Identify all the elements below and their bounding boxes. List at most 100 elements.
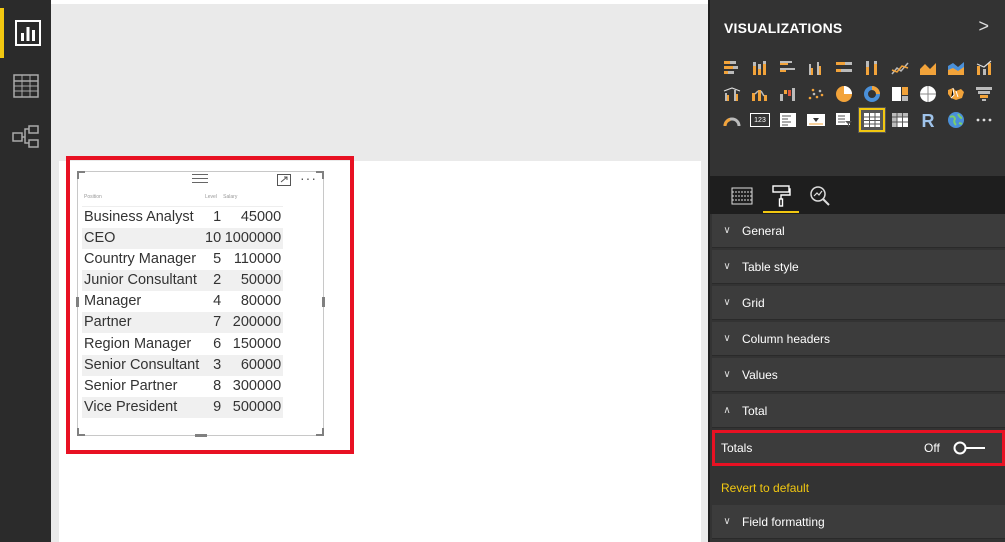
cell-salary: 500000 (223, 397, 284, 419)
resize-handle-bl-v[interactable] (77, 428, 79, 436)
cell-salary: 45000 (240, 208, 282, 225)
format-tab[interactable] (763, 180, 799, 213)
area-chart-icon[interactable] (914, 55, 942, 81)
donut-icon[interactable] (858, 81, 886, 107)
fields-icon (731, 187, 753, 205)
table-row: Junior Consultant 2 50000 (82, 269, 284, 292)
funnel-icon[interactable] (970, 81, 998, 107)
data-view-button[interactable] (0, 61, 51, 111)
clustered-column-icon[interactable] (802, 55, 830, 81)
section-values[interactable]: ∨ Values (712, 358, 1005, 392)
section-field-formatting[interactable]: ∨ Field formatting (712, 505, 1005, 539)
cell-salary: 300000 (232, 377, 282, 394)
gauge-icon[interactable] (718, 107, 746, 133)
pane-tabs (710, 176, 1005, 214)
multi-row-card-icon[interactable] (774, 107, 802, 133)
cell-position: Manager (84, 293, 142, 310)
focus-mode-icon[interactable] (277, 174, 291, 186)
bar-chart-icon (14, 20, 41, 46)
analytics-icon (810, 186, 830, 206)
scatter-icon[interactable] (802, 81, 830, 107)
cell-level: 10 (205, 227, 224, 249)
chevron-down-icon: ∨ (723, 225, 731, 236)
table-row: Business Analyst 1 45000 (82, 206, 283, 228)
cell-level: 8 (213, 377, 222, 394)
pane-title: VISUALIZATIONS (724, 20, 843, 36)
cell-position: Junior Consultant (82, 269, 205, 292)
stacked-area-icon[interactable] (942, 55, 970, 81)
section-general[interactable]: ∨ General (712, 214, 1005, 248)
cell-level: 9 (205, 397, 224, 419)
pie-icon[interactable] (830, 81, 858, 107)
cell-level: 7 (205, 312, 224, 334)
line-column-icon[interactable] (970, 55, 998, 81)
totals-highlight-box (712, 430, 1005, 466)
cell-position: Senior Partner (84, 377, 178, 394)
table-row: Region Manager 6 150000 (82, 333, 283, 354)
relationships-view-button[interactable] (0, 112, 51, 162)
stacked-bar-icon[interactable] (718, 55, 746, 81)
resize-handle-tl-v[interactable] (77, 171, 79, 179)
cell-level: 6 (213, 335, 222, 352)
column-header-position[interactable]: Position (82, 194, 205, 207)
section-column-headers[interactable]: ∨ Column headers (712, 322, 1005, 356)
table-row: Vice President 9 500000 (82, 397, 284, 419)
table-row: Partner 7 200000 (82, 312, 284, 334)
cell-position: Senior Consultant (82, 354, 205, 376)
chevron-down-icon: ∨ (723, 516, 731, 527)
cell-level: 3 (205, 354, 224, 376)
clustered-bar-icon[interactable] (774, 55, 802, 81)
fields-tab[interactable] (724, 180, 760, 212)
column-header-level[interactable]: Level (205, 194, 224, 207)
ribbon-icon[interactable] (746, 81, 774, 107)
table-icon[interactable] (858, 107, 886, 133)
resize-handle-tr-v[interactable] (322, 171, 324, 179)
section-total[interactable]: ∧ Total (712, 394, 1005, 428)
relationship-icon (11, 125, 39, 148)
table-row: Senior Consultant 3 60000 (82, 354, 284, 376)
kpi-icon[interactable] (802, 107, 830, 133)
view-rail (0, 0, 51, 542)
resize-handle-right[interactable] (322, 297, 325, 307)
more-icon[interactable] (970, 107, 998, 133)
100-bar-icon[interactable] (830, 55, 858, 81)
column-header-salary[interactable]: Salary (223, 194, 284, 207)
stacked-column-icon[interactable] (746, 55, 774, 81)
treemap-icon[interactable] (886, 81, 914, 107)
section-table-style[interactable]: ∨ Table style (712, 250, 1005, 284)
cell-level: 1 (213, 208, 222, 225)
line-clustered-icon[interactable] (718, 81, 746, 107)
filled-map-icon[interactable] (942, 81, 970, 107)
r-visual-icon[interactable]: R (914, 107, 942, 133)
table-visual[interactable]: ··· Position Level Salary Business Analy… (76, 171, 325, 437)
collapse-pane-icon[interactable]: > (978, 17, 989, 35)
matrix-icon[interactable] (886, 107, 914, 133)
resize-handle-left[interactable] (76, 297, 79, 307)
section-grid[interactable]: ∨ Grid (712, 286, 1005, 320)
chevron-down-icon: ∨ (723, 369, 731, 380)
cell-salary: 50000 (223, 269, 284, 292)
format-paint-icon (772, 185, 791, 207)
map-icon[interactable] (914, 81, 942, 107)
totals-setting-row: Totals Off (712, 430, 1005, 466)
revert-to-default-link[interactable]: Revert to default (721, 481, 809, 495)
card-icon[interactable]: 123 (746, 107, 774, 133)
cell-position: Partner (82, 312, 205, 334)
cell-salary: 200000 (223, 312, 284, 334)
chevron-down-icon: ∨ (723, 333, 731, 344)
globe-icon[interactable] (942, 107, 970, 133)
analytics-tab[interactable] (802, 180, 838, 212)
cell-position: Region Manager (84, 335, 192, 352)
chevron-down-icon: ∨ (723, 297, 731, 308)
more-options-icon[interactable]: ··· (300, 171, 317, 185)
waterfall-icon[interactable] (774, 81, 802, 107)
drag-grip-icon[interactable] (192, 174, 208, 183)
visual-type-gallery: 123 R (718, 55, 998, 133)
cell-salary: 1000000 (223, 227, 284, 249)
resize-handle-br-v[interactable] (322, 428, 324, 436)
100-column-icon[interactable] (858, 55, 886, 81)
line-chart-icon[interactable] (886, 55, 914, 81)
resize-handle-bottom[interactable] (195, 434, 207, 437)
report-view-button[interactable] (0, 8, 51, 58)
slicer-icon[interactable] (830, 107, 858, 133)
